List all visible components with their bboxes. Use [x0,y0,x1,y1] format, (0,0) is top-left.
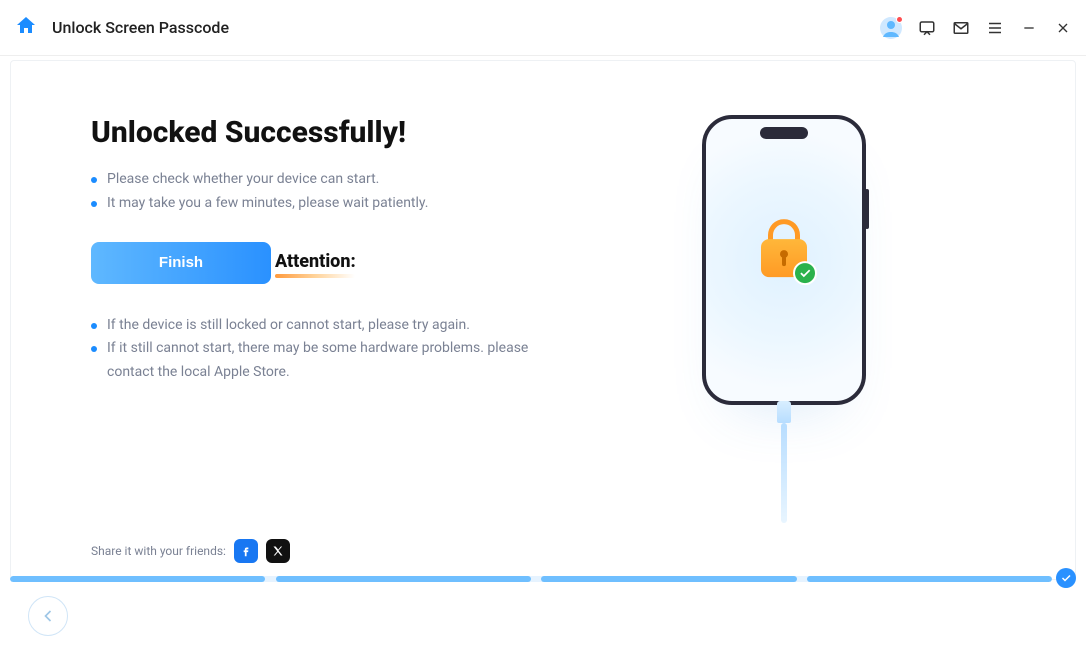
chat-icon[interactable] [918,19,936,37]
x-share-button[interactable] [266,539,290,563]
notification-dot [896,16,903,23]
close-button[interactable] [1054,19,1072,37]
success-heading: Unlocked Successfully! [91,115,553,150]
check-icon [793,261,817,285]
info-bullet: Please check whether your device can sta… [91,168,553,192]
attention-bullet: If it still cannot start, there may be s… [91,337,553,385]
home-icon[interactable] [14,14,38,42]
minimize-button[interactable] [1020,19,1038,37]
facebook-share-button[interactable] [234,539,258,563]
info-bullet: It may take you a few minutes, please wa… [91,192,553,216]
progress-bar [10,576,1052,582]
mail-icon[interactable] [952,19,970,37]
attention-heading: Attention: [275,251,356,276]
finish-button[interactable]: Finish [91,242,271,284]
page-title: Unlock Screen Passcode [52,18,229,37]
progress-complete-icon [1056,568,1076,588]
back-button[interactable] [28,596,68,636]
menu-icon[interactable] [986,19,1004,37]
phone-illustration [702,115,866,405]
attention-bullet: If the device is still locked or cannot … [91,314,553,338]
share-label: Share it with your friends: [91,544,226,558]
account-avatar[interactable] [880,17,902,39]
